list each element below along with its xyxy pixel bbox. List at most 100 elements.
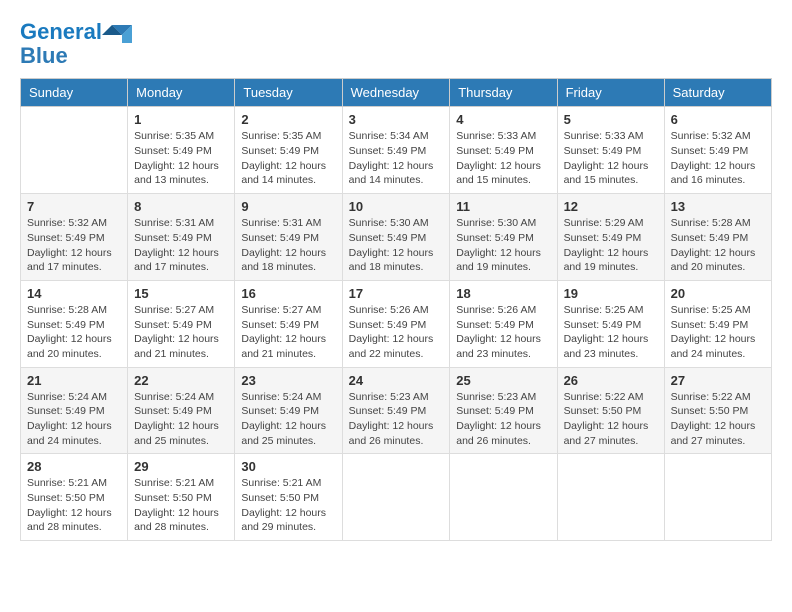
calendar-cell: 9 Sunrise: 5:31 AM Sunset: 5:49 PM Daylig… bbox=[235, 194, 342, 281]
day-info: Sunrise: 5:30 AM Sunset: 5:49 PM Dayligh… bbox=[456, 216, 550, 275]
weekday-header-row: SundayMondayTuesdayWednesdayThursdayFrid… bbox=[21, 79, 772, 107]
calendar-cell: 30 Sunrise: 5:21 AM Sunset: 5:50 PM Dayli… bbox=[235, 454, 342, 541]
day-number: 1 bbox=[134, 112, 228, 127]
day-info: Sunrise: 5:23 AM Sunset: 5:49 PM Dayligh… bbox=[456, 390, 550, 449]
calendar-cell: 20 Sunrise: 5:25 AM Sunset: 5:49 PM Dayli… bbox=[664, 280, 771, 367]
day-number: 22 bbox=[134, 373, 228, 388]
calendar-cell: 1 Sunrise: 5:35 AM Sunset: 5:49 PM Daylig… bbox=[128, 107, 235, 194]
day-info: Sunrise: 5:27 AM Sunset: 5:49 PM Dayligh… bbox=[241, 303, 335, 362]
logo: General Blue bbox=[20, 20, 132, 68]
day-number: 4 bbox=[456, 112, 550, 127]
day-number: 25 bbox=[456, 373, 550, 388]
weekday-header-sunday: Sunday bbox=[21, 79, 128, 107]
logo-general: General bbox=[20, 19, 102, 44]
day-number: 16 bbox=[241, 286, 335, 301]
calendar-cell: 13 Sunrise: 5:28 AM Sunset: 5:49 PM Dayli… bbox=[664, 194, 771, 281]
day-number: 20 bbox=[671, 286, 765, 301]
calendar-cell: 14Sunrise: 5:28 AM Sunset: 5:49 PM Dayli… bbox=[21, 280, 128, 367]
calendar-cell bbox=[21, 107, 128, 194]
day-number: 18 bbox=[456, 286, 550, 301]
calendar-cell: 18 Sunrise: 5:26 AM Sunset: 5:49 PM Dayli… bbox=[450, 280, 557, 367]
day-info: Sunrise: 5:22 AM Sunset: 5:50 PM Dayligh… bbox=[671, 390, 765, 449]
calendar-cell: 6Sunrise: 5:32 AM Sunset: 5:49 PM Daylig… bbox=[664, 107, 771, 194]
day-number: 26 bbox=[564, 373, 658, 388]
calendar-cell: 29 Sunrise: 5:21 AM Sunset: 5:50 PM Dayli… bbox=[128, 454, 235, 541]
calendar-cell: 5 Sunrise: 5:33 AM Sunset: 5:49 PM Daylig… bbox=[557, 107, 664, 194]
day-info: Sunrise: 5:27 AM Sunset: 5:49 PM Dayligh… bbox=[134, 303, 228, 362]
calendar-cell: 19 Sunrise: 5:25 AM Sunset: 5:49 PM Dayli… bbox=[557, 280, 664, 367]
calendar-cell: 7 Sunrise: 5:32 AM Sunset: 5:49 PM Daylig… bbox=[21, 194, 128, 281]
day-number: 30 bbox=[241, 459, 335, 474]
day-number: 28 bbox=[27, 459, 121, 474]
day-info: Sunrise: 5:24 AM Sunset: 5:49 PM Dayligh… bbox=[27, 390, 121, 449]
day-info: Sunrise: 5:23 AM Sunset: 5:49 PM Dayligh… bbox=[349, 390, 444, 449]
day-info: Sunrise: 5:21 AM Sunset: 5:50 PM Dayligh… bbox=[27, 476, 121, 535]
day-info: Sunrise: 5:22 AM Sunset: 5:50 PM Dayligh… bbox=[564, 390, 658, 449]
calendar-cell: 21Sunrise: 5:24 AM Sunset: 5:49 PM Dayli… bbox=[21, 367, 128, 454]
day-info: Sunrise: 5:33 AM Sunset: 5:49 PM Dayligh… bbox=[564, 129, 658, 188]
day-number: 13 bbox=[671, 199, 765, 214]
calendar-body: 1 Sunrise: 5:35 AM Sunset: 5:49 PM Daylig… bbox=[21, 107, 772, 541]
calendar-cell: 17 Sunrise: 5:26 AM Sunset: 5:49 PM Dayli… bbox=[342, 280, 450, 367]
calendar-cell: 23Sunrise: 5:24 AM Sunset: 5:49 PM Dayli… bbox=[235, 367, 342, 454]
weekday-header-wednesday: Wednesday bbox=[342, 79, 450, 107]
day-info: Sunrise: 5:34 AM Sunset: 5:49 PM Dayligh… bbox=[349, 129, 444, 188]
calendar-cell: 28 Sunrise: 5:21 AM Sunset: 5:50 PM Dayli… bbox=[21, 454, 128, 541]
weekday-header-tuesday: Tuesday bbox=[235, 79, 342, 107]
calendar-cell: 10 Sunrise: 5:30 AM Sunset: 5:49 PM Dayli… bbox=[342, 194, 450, 281]
calendar-cell bbox=[664, 454, 771, 541]
page-header: General Blue bbox=[20, 20, 772, 68]
weekday-header-monday: Monday bbox=[128, 79, 235, 107]
calendar-cell: 12Sunrise: 5:29 AM Sunset: 5:49 PM Dayli… bbox=[557, 194, 664, 281]
day-number: 27 bbox=[671, 373, 765, 388]
calendar-cell bbox=[342, 454, 450, 541]
weekday-header-thursday: Thursday bbox=[450, 79, 557, 107]
day-number: 12 bbox=[564, 199, 658, 214]
day-number: 10 bbox=[349, 199, 444, 214]
day-number: 3 bbox=[349, 112, 444, 127]
day-info: Sunrise: 5:31 AM Sunset: 5:49 PM Dayligh… bbox=[241, 216, 335, 275]
day-number: 6 bbox=[671, 112, 765, 127]
weekday-header-friday: Friday bbox=[557, 79, 664, 107]
calendar-cell: 16 Sunrise: 5:27 AM Sunset: 5:49 PM Dayli… bbox=[235, 280, 342, 367]
calendar-cell bbox=[557, 454, 664, 541]
weekday-header-saturday: Saturday bbox=[664, 79, 771, 107]
day-info: Sunrise: 5:25 AM Sunset: 5:49 PM Dayligh… bbox=[564, 303, 658, 362]
logo-icon bbox=[102, 21, 132, 43]
day-info: Sunrise: 5:26 AM Sunset: 5:49 PM Dayligh… bbox=[456, 303, 550, 362]
day-info: Sunrise: 5:24 AM Sunset: 5:49 PM Dayligh… bbox=[134, 390, 228, 449]
day-number: 17 bbox=[349, 286, 444, 301]
calendar-cell: 27 Sunrise: 5:22 AM Sunset: 5:50 PM Dayli… bbox=[664, 367, 771, 454]
day-info: Sunrise: 5:21 AM Sunset: 5:50 PM Dayligh… bbox=[134, 476, 228, 535]
day-number: 9 bbox=[241, 199, 335, 214]
day-info: Sunrise: 5:25 AM Sunset: 5:49 PM Dayligh… bbox=[671, 303, 765, 362]
day-number: 14 bbox=[27, 286, 121, 301]
day-info: Sunrise: 5:26 AM Sunset: 5:49 PM Dayligh… bbox=[349, 303, 444, 362]
calendar-cell: 26 Sunrise: 5:22 AM Sunset: 5:50 PM Dayli… bbox=[557, 367, 664, 454]
calendar-cell: 22 Sunrise: 5:24 AM Sunset: 5:49 PM Dayli… bbox=[128, 367, 235, 454]
calendar-cell: 3 Sunrise: 5:34 AM Sunset: 5:49 PM Daylig… bbox=[342, 107, 450, 194]
day-info: Sunrise: 5:21 AM Sunset: 5:50 PM Dayligh… bbox=[241, 476, 335, 535]
day-info: Sunrise: 5:35 AM Sunset: 5:49 PM Dayligh… bbox=[241, 129, 335, 188]
calendar-cell: 8 Sunrise: 5:31 AM Sunset: 5:49 PM Daylig… bbox=[128, 194, 235, 281]
day-number: 5 bbox=[564, 112, 658, 127]
day-info: Sunrise: 5:28 AM Sunset: 5:49 PM Dayligh… bbox=[671, 216, 765, 275]
day-number: 2 bbox=[241, 112, 335, 127]
calendar-cell: 4 Sunrise: 5:33 AM Sunset: 5:49 PM Daylig… bbox=[450, 107, 557, 194]
calendar-table: SundayMondayTuesdayWednesdayThursdayFrid… bbox=[20, 78, 772, 541]
day-info: Sunrise: 5:31 AM Sunset: 5:49 PM Dayligh… bbox=[134, 216, 228, 275]
day-info: Sunrise: 5:30 AM Sunset: 5:49 PM Dayligh… bbox=[349, 216, 444, 275]
calendar-cell: 2 Sunrise: 5:35 AM Sunset: 5:49 PM Daylig… bbox=[235, 107, 342, 194]
day-number: 8 bbox=[134, 199, 228, 214]
day-info: Sunrise: 5:33 AM Sunset: 5:49 PM Dayligh… bbox=[456, 129, 550, 188]
day-number: 7 bbox=[27, 199, 121, 214]
day-number: 19 bbox=[564, 286, 658, 301]
calendar-cell: 15Sunrise: 5:27 AM Sunset: 5:49 PM Dayli… bbox=[128, 280, 235, 367]
day-number: 24 bbox=[349, 373, 444, 388]
day-info: Sunrise: 5:24 AM Sunset: 5:49 PM Dayligh… bbox=[241, 390, 335, 449]
calendar-week-2: 7 Sunrise: 5:32 AM Sunset: 5:49 PM Daylig… bbox=[21, 194, 772, 281]
day-number: 29 bbox=[134, 459, 228, 474]
day-info: Sunrise: 5:35 AM Sunset: 5:49 PM Dayligh… bbox=[134, 129, 228, 188]
day-info: Sunrise: 5:32 AM Sunset: 5:49 PM Dayligh… bbox=[27, 216, 121, 275]
calendar-week-5: 28 Sunrise: 5:21 AM Sunset: 5:50 PM Dayli… bbox=[21, 454, 772, 541]
